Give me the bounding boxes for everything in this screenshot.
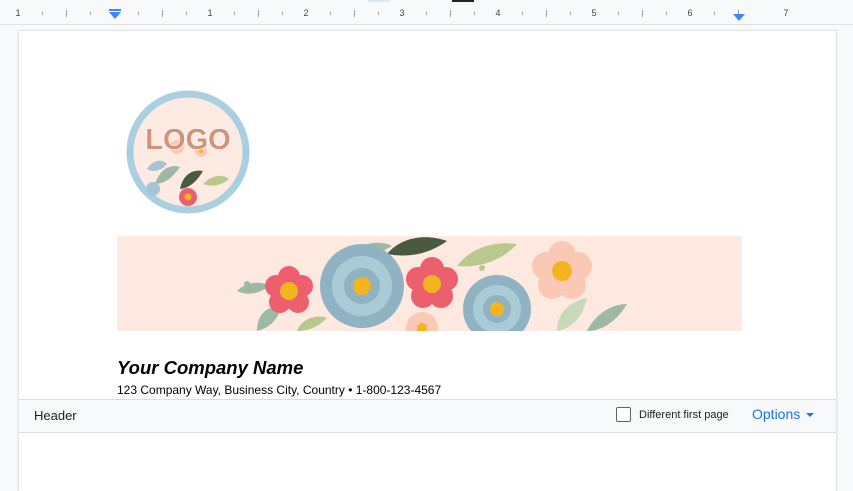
ruler-number: 3 — [399, 8, 405, 18]
company-name[interactable]: Your Company Name — [117, 357, 303, 379]
ruler-number: 2 — [303, 8, 309, 18]
different-first-page-checkbox[interactable] — [616, 407, 631, 422]
company-logo: LOGO — [126, 90, 250, 214]
horizontal-ruler[interactable]: 1 1 2 3 4 5 6 7 — [0, 0, 853, 25]
left-indent-marker[interactable] — [109, 12, 121, 19]
floral-banner — [117, 236, 742, 331]
ruler-number: 7 — [783, 8, 789, 18]
right-indent-marker[interactable] — [733, 14, 745, 21]
document-page[interactable]: LOGO Your Company Name 123 Company Way, … — [19, 31, 836, 491]
company-address[interactable]: 123 Company Way, Business City, Country … — [117, 383, 441, 397]
ruler-number: 5 — [591, 8, 597, 18]
header-toolbar: Header Different first page Options — [19, 399, 836, 433]
options-label: Options — [752, 406, 801, 422]
ruler-number: 1 — [15, 8, 21, 18]
ruler-ticks — [42, 9, 745, 21]
svg-text:LOGO: LOGO — [145, 124, 230, 156]
caret-down-icon — [806, 413, 815, 418]
first-line-indent-marker[interactable] — [109, 9, 121, 11]
ruler-number: 4 — [495, 8, 501, 18]
options-button[interactable]: Options — [752, 406, 815, 422]
different-first-page-label[interactable]: Different first page — [639, 409, 729, 421]
header-label: Header — [34, 408, 77, 423]
ruler-number: 6 — [687, 8, 693, 18]
ruler-number: 1 — [207, 8, 213, 18]
